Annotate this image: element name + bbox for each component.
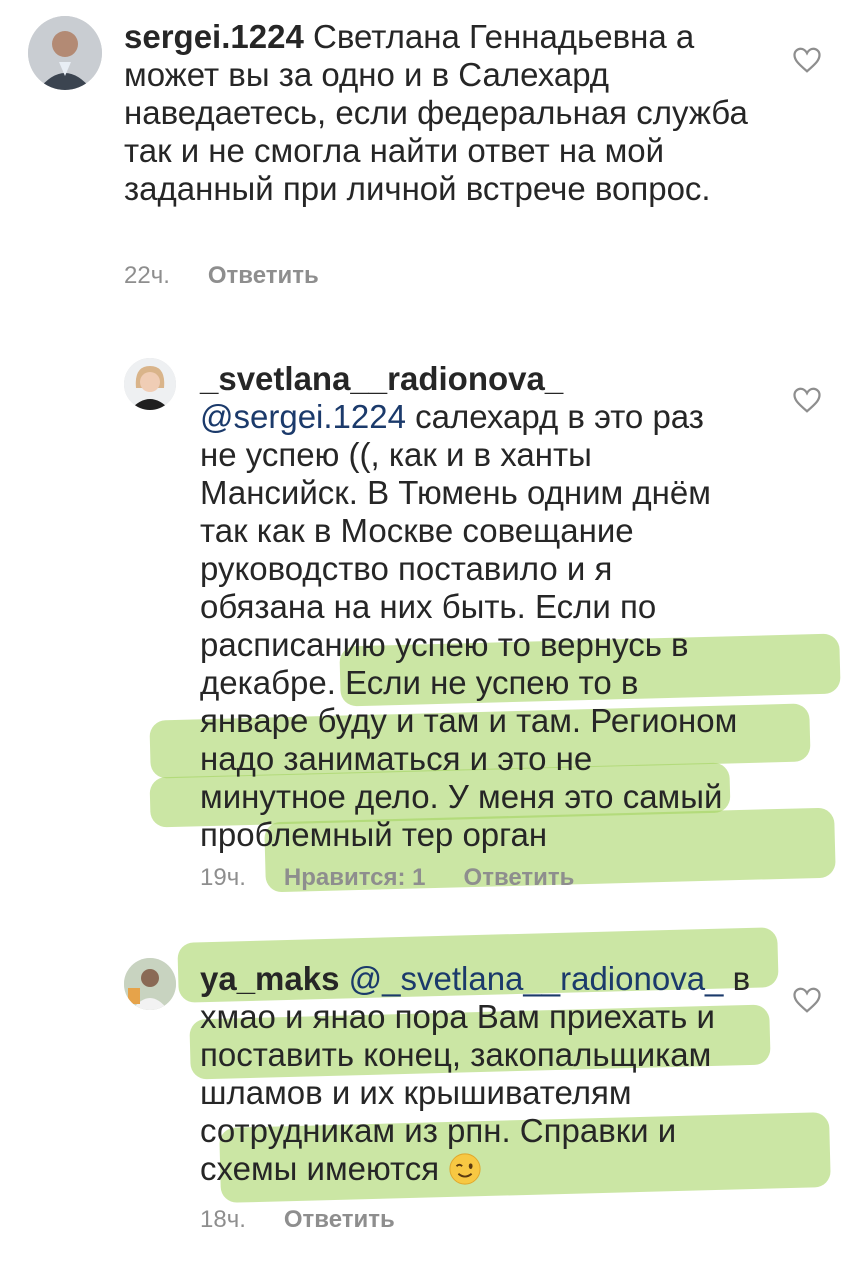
- likes-count[interactable]: Нравится: 1: [284, 864, 426, 892]
- reply-button[interactable]: Ответить: [284, 1206, 395, 1234]
- comment-body: салехард в это раз не успею ((, как и в …: [200, 398, 738, 853]
- avatar[interactable]: [28, 16, 102, 90]
- heart-icon[interactable]: [792, 386, 822, 414]
- mention-link[interactable]: @sergei.1224: [200, 398, 406, 435]
- comment-text: sergei.1224 Светлана Геннадьевна а может…: [124, 18, 764, 208]
- username[interactable]: _svetlana__radionova_: [200, 360, 740, 398]
- username[interactable]: ya_maks: [200, 960, 339, 997]
- reply-button[interactable]: Ответить: [464, 864, 575, 892]
- timestamp: 18ч.: [200, 1206, 246, 1233]
- heart-icon[interactable]: [792, 46, 822, 74]
- avatar[interactable]: [124, 958, 176, 1010]
- avatar[interactable]: [124, 358, 176, 410]
- timestamp: 22ч.: [124, 262, 170, 289]
- comment-text: ya_maks @_svetlana__radionova_ в хмао и …: [200, 960, 760, 1188]
- reply-button[interactable]: Ответить: [208, 262, 319, 290]
- mention-link[interactable]: @_svetlana__radionova_: [349, 960, 724, 997]
- comment-meta: 22ч. Ответить: [124, 262, 319, 290]
- heart-icon[interactable]: [792, 986, 822, 1014]
- winking-face-icon: [449, 1153, 481, 1185]
- username[interactable]: sergei.1224: [124, 18, 304, 55]
- comment-meta: 18ч. Ответить: [200, 1206, 395, 1234]
- timestamp: 19ч.: [200, 864, 246, 891]
- comment-text: _svetlana__radionova_ @sergei.1224 салех…: [200, 360, 740, 854]
- comment-meta: 19ч. Нравится: 1 Ответить: [200, 864, 574, 892]
